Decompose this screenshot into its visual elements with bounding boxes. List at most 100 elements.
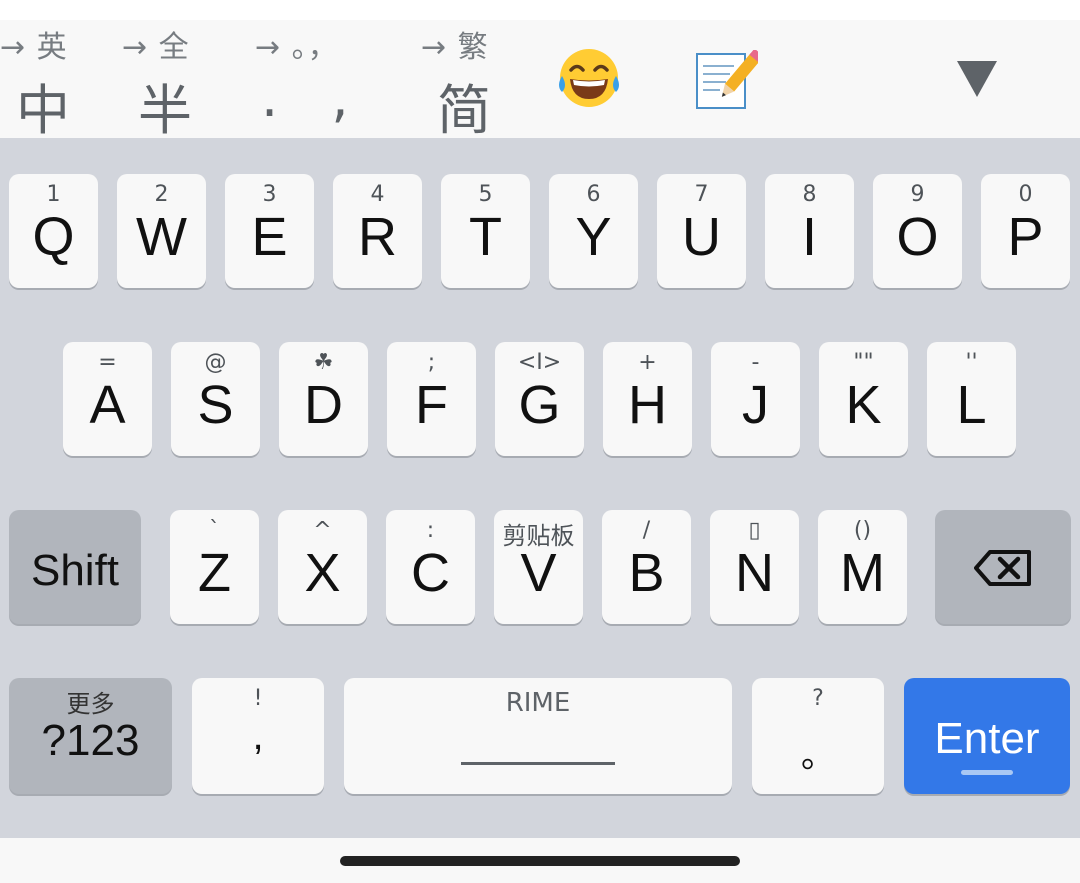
key-hint: 7 (694, 182, 709, 207)
key-m[interactable]: () M (818, 510, 907, 624)
key-k[interactable]: "" K (819, 342, 908, 456)
key-hint: 更多 (66, 690, 115, 718)
key-hint: : (426, 518, 435, 543)
key-label: R (358, 207, 397, 267)
key-d[interactable]: ☘ D (279, 342, 368, 456)
more-symbols-key[interactable]: 更多 ?123 (9, 678, 172, 794)
key-label: M (840, 543, 885, 603)
key-label: , (252, 714, 264, 758)
key-hint: 6 (586, 182, 601, 207)
key-label: B (628, 543, 665, 603)
key-hint: ? (812, 686, 824, 711)
key-hint: '' (965, 350, 978, 375)
toggle-punctuation[interactable]: → 。， . , (255, 20, 385, 138)
key-hint: 0 (1018, 182, 1033, 207)
key-label: W (136, 207, 187, 267)
status-strip (0, 0, 1080, 20)
key-c[interactable]: : C (386, 510, 475, 624)
toggle-hint: → 繁 (421, 30, 489, 65)
laughing-emoji-icon[interactable] (557, 46, 621, 114)
key-label: X (304, 543, 341, 603)
key-u[interactable]: 7 U (657, 174, 746, 288)
key-w[interactable]: 2 W (117, 174, 206, 288)
key-hint: 8 (802, 182, 817, 207)
toggle-label: 半 (138, 79, 192, 142)
key-t[interactable]: 5 T (441, 174, 530, 288)
key-label: K (845, 375, 882, 435)
toggle-chinese-english[interactable]: → 英 中 (0, 20, 100, 142)
key-hint: 5 (478, 182, 493, 207)
key-hint: 4 (370, 182, 385, 207)
key-hint: ☘ (313, 350, 334, 375)
key-r[interactable]: 4 R (333, 174, 422, 288)
backspace-key[interactable] (935, 510, 1071, 624)
key-hint: RIME (505, 688, 571, 718)
ime-toolbar: → 英 中 → 全 半 → 。， . , → 繁 简 (0, 20, 1080, 142)
triangle-down-icon[interactable] (957, 61, 997, 101)
key-label: C (411, 543, 450, 603)
key-f[interactable]: ; F (387, 342, 476, 456)
key-label: Y (575, 207, 612, 267)
key-label: A (89, 375, 126, 435)
key-label: L (956, 375, 987, 435)
key-label: T (469, 207, 502, 267)
key-label: I (801, 207, 817, 267)
toggle-label: 简 (437, 79, 491, 142)
key-hint: + (638, 350, 657, 375)
key-label: O (896, 207, 939, 267)
space-key[interactable]: RIME (344, 678, 732, 794)
key-p[interactable]: 0 P (981, 174, 1070, 288)
toggle-label: . , (261, 66, 367, 129)
toggle-hint: → 英 (0, 30, 68, 65)
toggle-half-full-width[interactable]: → 全 半 (122, 20, 222, 142)
key-hint: @ (204, 350, 227, 375)
key-label: U (682, 207, 721, 267)
key-label: D (304, 375, 343, 435)
toggle-label: 中 (16, 79, 70, 142)
key-z[interactable]: ` Z (170, 510, 259, 624)
key-label: ?123 (41, 716, 140, 765)
key-v[interactable]: 剪贴板 V (494, 510, 583, 624)
key-label: P (1007, 207, 1044, 267)
key-hint: 1 (46, 182, 61, 207)
home-indicator[interactable] (340, 856, 740, 866)
key-o[interactable]: 9 O (873, 174, 962, 288)
navigation-bar (0, 838, 1080, 883)
key-q[interactable]: 1 Q (9, 174, 98, 288)
key-label: G (518, 375, 561, 435)
key-x[interactable]: ^ X (278, 510, 367, 624)
key-g[interactable]: <I> G (495, 342, 584, 456)
key-hint: ▯ (748, 518, 761, 543)
key-label: H (628, 375, 667, 435)
key-a[interactable]: = A (63, 342, 152, 456)
toggle-simplified-traditional[interactable]: → 繁 简 (421, 20, 521, 142)
enter-key[interactable]: Enter (904, 678, 1070, 794)
key-s[interactable]: @ S (171, 342, 260, 456)
key-y[interactable]: 6 Y (549, 174, 638, 288)
space-bar-line (461, 762, 615, 765)
key-hint: "" (853, 350, 874, 375)
key-hint: - (751, 350, 760, 375)
key-b[interactable]: / B (602, 510, 691, 624)
key-label: J (742, 375, 769, 435)
toggle-hint: → 。， (255, 30, 339, 65)
key-j[interactable]: - J (711, 342, 800, 456)
key-e[interactable]: 3 E (225, 174, 314, 288)
key-hint: 3 (262, 182, 277, 207)
key-hint: = (98, 350, 117, 375)
key-n[interactable]: ▯ N (710, 510, 799, 624)
shift-key[interactable]: Shift (9, 510, 141, 624)
key-label: V (520, 543, 557, 603)
key-hint: ^ (313, 518, 332, 543)
key-h[interactable]: + H (603, 342, 692, 456)
key-label: N (735, 543, 774, 603)
key-hint: 9 (910, 182, 925, 207)
key-hint: ` (209, 518, 220, 543)
period-key[interactable]: ? 。 (752, 678, 884, 794)
key-l[interactable]: '' L (927, 342, 1016, 456)
key-label: E (251, 207, 288, 267)
shift-label: Shift (30, 546, 120, 595)
comma-key[interactable]: ! , (192, 678, 324, 794)
key-i[interactable]: 8 I (765, 174, 854, 288)
memo-pencil-icon[interactable] (694, 48, 764, 118)
